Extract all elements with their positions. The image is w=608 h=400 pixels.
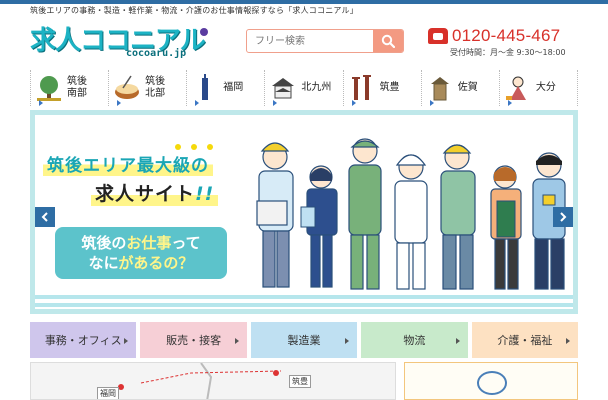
ramen-icon (115, 75, 140, 99)
bubble-highlight: があるの？ (118, 254, 194, 272)
nav-area-3[interactable]: 北九州 (264, 70, 342, 106)
nav-area-label: 福岡 (223, 82, 244, 93)
worker-figure (256, 142, 294, 288)
nav-arrow-icon (39, 100, 43, 106)
hero-headline-1: 筑後エリア最大級の (43, 151, 213, 176)
hero-headline-2-accent: !! (195, 183, 215, 205)
category-label: 事務・オフィス (44, 334, 122, 347)
phone-contact[interactable]: 0120-445-467 (428, 25, 588, 47)
workers-illustration (256, 138, 566, 290)
category-label: 販売・接客 (166, 334, 222, 347)
search-input[interactable] (247, 30, 373, 52)
nav-arrow-icon (117, 100, 122, 106)
site-logo[interactable]: 求人ココニアル cocoaru.jp (30, 20, 210, 70)
tower-icon (202, 74, 209, 100)
bubble-text: なに (88, 254, 119, 272)
chevron-left-icon (41, 212, 48, 222)
nav-arrow-icon (273, 100, 278, 106)
bubble-text: って (171, 234, 201, 252)
worker-figure (348, 138, 382, 290)
worker-figure (300, 165, 338, 288)
nav-area-label: 大分 (535, 82, 556, 93)
map-lines (118, 363, 282, 399)
area-map[interactable]: 福岡 筑豊 (30, 362, 396, 400)
castle-icon (272, 78, 295, 99)
nav-area-label: 筑後 北部 (145, 76, 166, 99)
chevron-right-icon (560, 212, 567, 222)
phone-icon (428, 28, 448, 44)
search-button[interactable] (373, 30, 403, 52)
category-button-3[interactable]: 物流 (361, 322, 472, 358)
nav-area-label: 佐賀 (457, 82, 478, 93)
chat-bubble-icon (477, 371, 507, 395)
site-tagline: 筑後エリアの事務・製造・軽作業・物流・介護のお仕事情報探すなら「求人ココニアル」 (30, 6, 358, 15)
hero-question-bubble: 筑後のお仕事って なにがあるの？ (55, 227, 227, 279)
nav-area-2[interactable]: 福岡 (186, 70, 264, 106)
category-button-0[interactable]: 事務・オフィス (30, 322, 141, 358)
area-nav: 筑後 南部 筑後 北部 福岡 北九州 筑豊 佐賀 大分 (30, 70, 578, 106)
watchtower-icon (430, 77, 449, 101)
worker-figure (394, 154, 428, 290)
nav-arrow-icon (195, 100, 200, 106)
search-icon (381, 34, 395, 48)
carousel-next-button[interactable] (553, 207, 573, 227)
map-label-chikuho[interactable]: 筑豊 (289, 375, 311, 388)
chevron-right-icon (124, 338, 129, 344)
hero-banner: 筑後エリア最大級の 求人サイト!! 筑後のお仕事って なにがあるの？ (30, 110, 578, 314)
category-label: 介護・福祉 (497, 334, 553, 347)
logo-domain: cocoaru.jp (126, 48, 187, 59)
map-label-fukuoka[interactable]: 福岡 (97, 387, 119, 399)
worker-figure (490, 165, 522, 290)
business-hours: 受付時間：月～金 9:30～18:00 (450, 48, 566, 57)
category-button-2[interactable]: 製造業 (250, 322, 362, 358)
category-label: 物流 (403, 334, 426, 347)
logo-dot-icon (200, 28, 208, 36)
nav-area-4[interactable]: 筑豊 (342, 70, 421, 106)
nav-area-6[interactable]: 大分 (498, 70, 578, 106)
worker-figure (440, 144, 476, 290)
nav-area-label: 北九州 (301, 82, 332, 93)
tree-icon (37, 76, 61, 101)
chevron-right-icon (455, 338, 460, 344)
search-box (246, 29, 404, 53)
doll-icon (505, 76, 526, 100)
bubble-text: 筑後の (81, 234, 127, 252)
nav-area-0[interactable]: 筑後 南部 (30, 70, 108, 106)
nav-arrow-icon (429, 100, 434, 106)
hero-headline-2-main: 求人サイト (95, 183, 196, 205)
bubble-highlight: お仕事 (126, 234, 172, 252)
nav-area-label: 筑後 南部 (67, 76, 87, 99)
nav-area-1[interactable]: 筑後 北部 (108, 70, 186, 106)
hero-dots (175, 135, 235, 150)
category-label: 製造業 (287, 334, 321, 347)
hero-headline-2: 求人サイト!! (91, 179, 219, 206)
category-button-4[interactable]: 介護・福祉 (471, 322, 579, 358)
chevron-right-icon (345, 338, 350, 344)
nav-arrow-icon (351, 100, 356, 106)
nav-area-label: 筑豊 (379, 82, 400, 93)
nav-area-5[interactable]: 佐賀 (420, 70, 499, 106)
top-accent-bar (0, 0, 608, 4)
phone-number: 0120-445-467 (452, 26, 561, 45)
nav-arrow-icon (507, 100, 512, 106)
chevron-right-icon (234, 338, 239, 344)
job-category-bar: 事務・オフィス 販売・接客 製造業 物流 介護・福祉 (30, 322, 579, 358)
chevron-right-icon (566, 338, 571, 344)
chimney-icon (351, 75, 371, 100)
chat-consult-box[interactable] (404, 362, 578, 400)
carousel-prev-button[interactable] (35, 207, 55, 227)
category-button-1[interactable]: 販売・接客 (140, 322, 251, 358)
